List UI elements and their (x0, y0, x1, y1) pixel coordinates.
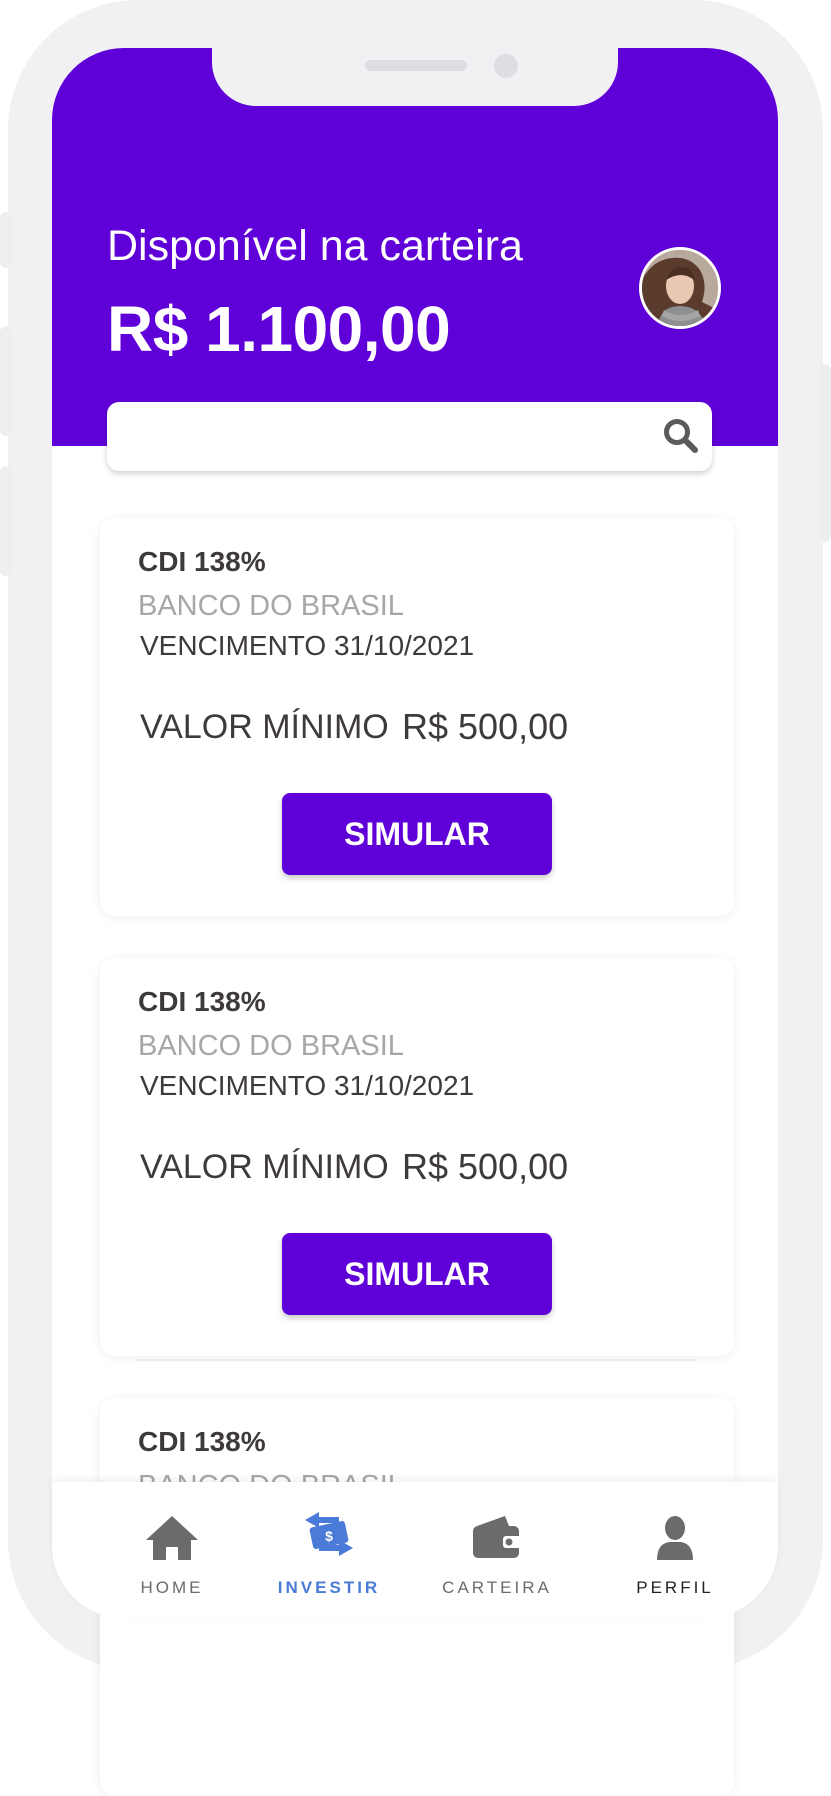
card-bank: BANCO DO BRASIL (138, 1030, 404, 1062)
search-input[interactable] (123, 414, 647, 460)
nav-label-carteira: CARTEIRA (442, 1578, 552, 1597)
card-rate: CDI 138% (138, 1426, 266, 1457)
notch (212, 44, 618, 106)
search-bar (107, 402, 712, 471)
nav-label-investir: INVESTIR (277, 1578, 381, 1597)
home-icon (146, 1516, 198, 1560)
volume-down-button (0, 466, 12, 576)
investir-icon: $ (305, 1512, 353, 1556)
avatar-photo (642, 250, 718, 326)
card-min-label: VALOR MÍNIMO (140, 708, 389, 746)
card-rate: CDI 138% (138, 546, 266, 577)
nav-item-investir[interactable]: $ INVESTIR (249, 1482, 409, 1618)
divider (135, 1359, 697, 1361)
nav-item-perfil[interactable]: PERFIL (595, 1482, 755, 1618)
nav-label-perfil: PERFIL (636, 1578, 714, 1597)
profile-icon (657, 1516, 693, 1560)
speaker (365, 60, 467, 71)
nav-label-home: HOME (140, 1578, 204, 1597)
mute-switch (0, 212, 12, 268)
card-min-value: R$ 500,00 (402, 706, 569, 747)
nav-item-home[interactable]: HOME (92, 1482, 252, 1618)
card-due-date: VENCIMENTO 31/10/2021 (140, 1070, 475, 1101)
front-camera (494, 54, 518, 78)
search-icon[interactable] (661, 416, 701, 456)
card-due-date: VENCIMENTO 31/10/2021 (140, 630, 475, 661)
card-bank: BANCO DO BRASIL (138, 590, 404, 622)
investment-card: CDI 138% BANCO DO BRASIL VENCIMENTO 31/1… (100, 518, 734, 916)
wallet-balance: R$ 1.100,00 (107, 293, 451, 365)
volume-up-button (0, 326, 12, 436)
avatar[interactable] (639, 247, 721, 329)
card-min-value: R$ 500,00 (402, 1146, 569, 1187)
wallet-label: Disponível na carteira (107, 222, 523, 270)
simulate-button[interactable]: SIMULAR (282, 793, 552, 875)
simulate-button[interactable]: SIMULAR (282, 1233, 552, 1315)
investment-card: CDI 138% BANCO DO BRASIL VENCIMENTO 31/1… (100, 958, 734, 1356)
nav-item-carteira[interactable]: CARTEIRA (417, 1482, 577, 1618)
wallet-icon (473, 1516, 523, 1558)
svg-text:$: $ (325, 1528, 333, 1544)
power-button (819, 364, 831, 542)
bottom-nav: HOME $ INVESTIR CARTEIRA PERFIL (52, 1482, 778, 1618)
card-rate: CDI 138% (138, 986, 266, 1017)
card-min-label: VALOR MÍNIMO (140, 1148, 389, 1186)
